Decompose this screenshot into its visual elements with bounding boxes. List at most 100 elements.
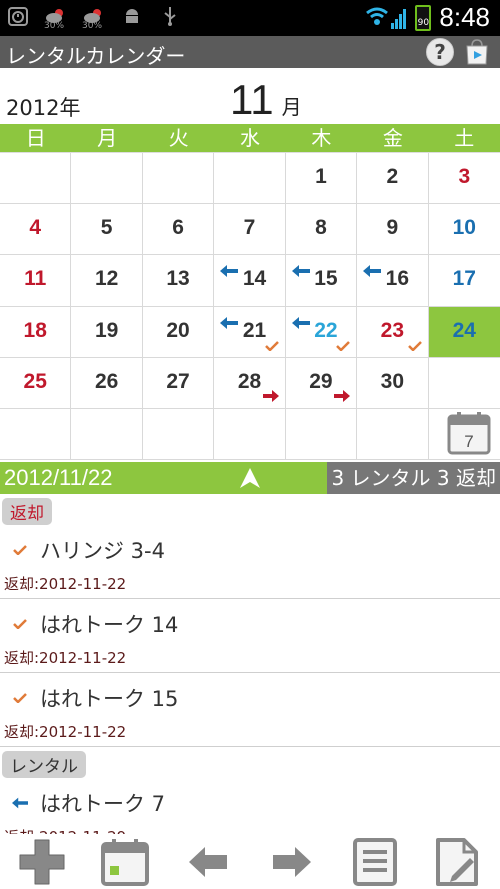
day-number: 12: [94, 267, 119, 291]
month-number: 11: [230, 76, 274, 123]
day-cell[interactable]: [142, 408, 215, 460]
day-number: 26: [94, 369, 119, 393]
today-calendar-icon[interactable]: 7: [446, 411, 492, 455]
rental-arrow-icon: [12, 797, 28, 809]
day-cell[interactable]: 1: [285, 153, 358, 205]
day-number: 7: [243, 216, 256, 240]
day-cell-today[interactable]: 24: [428, 306, 500, 358]
weekday-fri: 金: [382, 126, 403, 150]
calendar-grid: 1 2 3 4 5 6 7 8 9 10 11 12 13 14 15 16 1…: [0, 152, 500, 460]
wifi-icon: [366, 7, 407, 29]
day-cell[interactable]: 26: [71, 357, 143, 409]
day-cell[interactable]: 20: [142, 306, 215, 358]
item-name: はれトーク 15: [40, 687, 179, 711]
day-cell[interactable]: 17: [428, 255, 500, 307]
day-cell[interactable]: [71, 408, 143, 460]
day-cell[interactable]: 12: [71, 255, 143, 307]
day-number: 23: [380, 318, 405, 342]
add-button[interactable]: [14, 837, 70, 887]
day-number: 19: [94, 318, 119, 342]
day-cell[interactable]: [428, 357, 500, 409]
store-icon[interactable]: [462, 38, 492, 66]
day-cell[interactable]: 15: [285, 255, 358, 307]
day-cell-selected[interactable]: 22: [285, 306, 358, 358]
item-return-date: 返却:2012-11-29: [0, 826, 500, 834]
list-item[interactable]: ハリンジ 3-4 返却:2012-11-22: [0, 525, 500, 599]
returned-check-icon: [13, 545, 27, 555]
day-cell[interactable]: 16: [357, 255, 429, 307]
add-icon: [19, 839, 65, 884]
battery-level: 90: [417, 17, 430, 28]
calendar-button[interactable]: [97, 837, 153, 887]
year-label: 2012年: [6, 96, 81, 120]
weekday-tue: 火: [168, 126, 189, 150]
weekday-sun: 日: [25, 126, 46, 150]
day-cell[interactable]: [71, 153, 143, 205]
day-cell[interactable]: [0, 408, 72, 460]
day-number: 10: [452, 216, 476, 240]
item-return-date: 返却:2012-11-22: [4, 723, 127, 741]
day-cell[interactable]: 4: [0, 204, 72, 256]
day-cell[interactable]: 3: [428, 153, 500, 205]
day-cell[interactable]: 21: [214, 306, 286, 358]
weather-icon: 30%: [44, 4, 68, 31]
day-cell[interactable]: 30: [357, 357, 429, 409]
day-cell[interactable]: 27: [142, 357, 215, 409]
day-number: 20: [166, 318, 190, 342]
prev-month-button[interactable]: [180, 837, 236, 887]
day-cell[interactable]: [285, 408, 358, 460]
day-number: 24: [452, 318, 476, 342]
day-cell[interactable]: 10: [428, 204, 500, 256]
event-list: 返却 ハリンジ 3-4 返却:2012-11-22 はれトーク 14 返却:20…: [0, 494, 500, 834]
day-cell[interactable]: [142, 153, 215, 205]
chevron-up-icon[interactable]: [236, 466, 264, 490]
edit-button[interactable]: [430, 837, 486, 887]
day-cell[interactable]: 7: [214, 204, 286, 256]
day-cell[interactable]: 11: [0, 255, 72, 307]
day-cell[interactable]: [0, 153, 72, 205]
item-return-date: 返却:2012-11-22: [4, 575, 127, 593]
day-number: 15: [314, 267, 338, 291]
day-cell[interactable]: [357, 408, 429, 460]
selected-date-bar[interactable]: 2012/11/22 3 レンタル 3 返却: [0, 462, 500, 494]
next-month-button[interactable]: [264, 837, 320, 887]
day-cell[interactable]: 8: [285, 204, 358, 256]
day-cell[interactable]: 18: [0, 306, 72, 358]
day-number: 14: [242, 267, 267, 291]
app-title-bar: レンタルカレンダー ?: [0, 36, 500, 68]
day-cell[interactable]: 29: [285, 357, 358, 409]
list-item[interactable]: はれトーク 14 返却:2012-11-22: [0, 599, 500, 673]
item-name: ハリンジ 3-4: [40, 539, 165, 563]
day-cell[interactable]: 25: [0, 357, 72, 409]
day-number: 22: [314, 318, 338, 342]
month-header: 11 月: [230, 76, 302, 124]
day-cell[interactable]: 6: [142, 204, 215, 256]
day-cell[interactable]: 19: [71, 306, 143, 358]
list-item[interactable]: はれトーク 15 返却:2012-11-22: [0, 673, 500, 747]
day-number: 17: [452, 267, 476, 291]
list-item[interactable]: はれトーク 7 返却:2012-11-29: [0, 778, 500, 834]
arrow-right-icon: [272, 846, 311, 877]
day-number: 13: [166, 267, 190, 291]
day-cell[interactable]: [214, 408, 286, 460]
day-cell[interactable]: [214, 153, 286, 205]
weekday-mon: 月: [97, 126, 118, 150]
day-cell[interactable]: 9: [357, 204, 429, 256]
day-cell[interactable]: 13: [142, 255, 215, 307]
day-cell[interactable]: 28: [214, 357, 286, 409]
android-icon: [120, 4, 144, 28]
month-unit: 月: [281, 95, 302, 119]
list-button[interactable]: [347, 837, 403, 887]
list-icon: [352, 837, 397, 886]
day-cell[interactable]: 7: [428, 408, 500, 460]
day-cell[interactable]: 23: [357, 306, 429, 358]
day-cell[interactable]: 2: [357, 153, 429, 205]
returned-check-icon: [336, 340, 351, 351]
return-arrow-icon: [334, 389, 351, 402]
weather-percent: 30%: [44, 21, 65, 31]
day-cell[interactable]: 14: [214, 255, 286, 307]
weekday-sat: 土: [454, 126, 475, 150]
day-cell[interactable]: 5: [71, 204, 143, 256]
day-number: 3: [458, 165, 471, 188]
help-button[interactable]: ?: [426, 38, 454, 66]
